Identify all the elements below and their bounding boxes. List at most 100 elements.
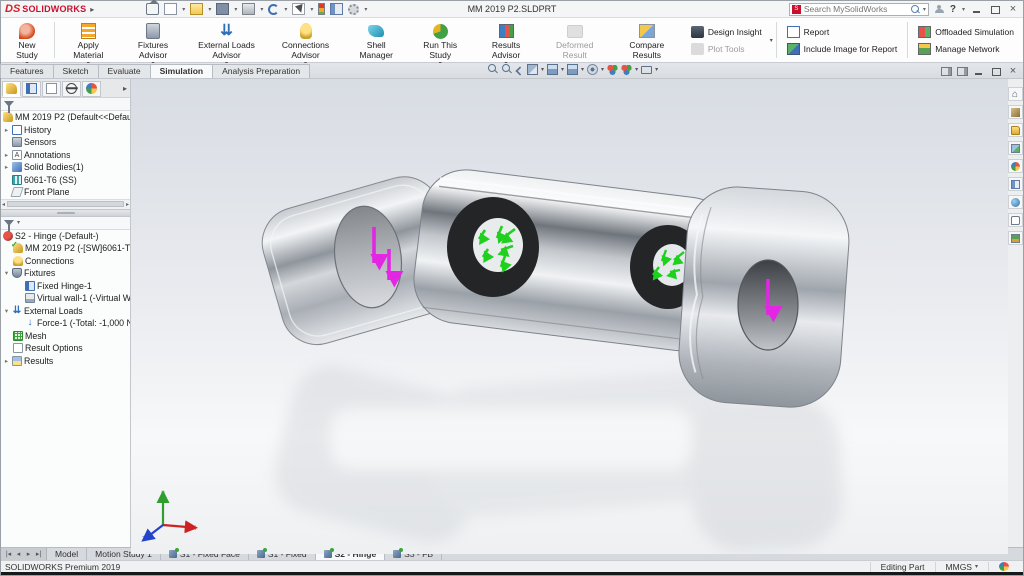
tab-featuremanager-tree[interactable] (2, 81, 21, 97)
rebuild-icon[interactable] (318, 3, 325, 15)
tree-item-solid-bodies[interactable]: ▸ Solid Bodies(1) (1, 161, 130, 174)
options-gear-icon[interactable] (348, 4, 359, 15)
compare-results-button[interactable]: Compare Results (611, 19, 683, 61)
tab-dimxpertmanager[interactable] (62, 81, 81, 97)
menu-flyout-icon[interactable]: ▸ (90, 5, 94, 14)
sim-item-force[interactable]: ↓ Force-1 (-Total: -1,000 N-) (1, 317, 130, 330)
sim-item-connections[interactable]: Connections (1, 255, 130, 268)
select-caret-icon[interactable]: ▾ (310, 6, 313, 13)
search-icon[interactable] (911, 5, 920, 14)
tab-displaymanager[interactable] (82, 81, 101, 97)
taskpane-view-palette-button[interactable] (1008, 141, 1023, 155)
close-button[interactable]: × (1007, 4, 1019, 14)
tab-simulation[interactable]: Simulation (150, 64, 213, 78)
scroll-right-icon[interactable]: ▸ (126, 201, 129, 208)
tree-item-material[interactable]: 6061-T6 (SS) (1, 174, 130, 187)
undo-icon[interactable] (268, 4, 279, 15)
tab-sketch[interactable]: Sketch (53, 64, 99, 78)
display-style-icon[interactable] (567, 64, 578, 75)
manage-network-button[interactable]: Manage Network (915, 42, 1017, 56)
doc-minimize-button[interactable] (973, 66, 985, 76)
print-icon[interactable] (242, 3, 255, 15)
tree-item-sensors[interactable]: Sensors (1, 136, 130, 149)
display-style-caret-icon[interactable]: ▾ (581, 66, 584, 73)
taskpane-forum-button[interactable] (1008, 213, 1023, 227)
orientation-caret-icon[interactable]: ▾ (561, 66, 564, 73)
tree-horizontal-scrollbar[interactable]: ◂ ▸ (1, 199, 130, 209)
apply-scene-icon[interactable] (621, 64, 632, 75)
doc-close-button[interactable]: × (1007, 66, 1019, 76)
sim-item-fixed-hinge[interactable]: Fixed Hinge-1 (1, 280, 130, 293)
undo-caret-icon[interactable]: ▾ (284, 6, 287, 13)
tab-configurationmanager[interactable] (42, 81, 61, 97)
scroll-left-icon[interactable]: ◂ (2, 201, 5, 208)
zoom-to-area-icon[interactable] (502, 64, 513, 75)
new-caret-icon[interactable]: ▾ (182, 6, 185, 13)
sim-item-external-loads[interactable]: ▾ ⇊ External Loads (1, 305, 130, 318)
help-icon[interactable]: ? (950, 4, 956, 15)
save-caret-icon[interactable]: ▾ (234, 6, 237, 13)
tab-propertymanager[interactable] (22, 81, 41, 97)
tab-features[interactable]: Features (0, 64, 54, 78)
view-orientation-icon[interactable] (547, 64, 558, 75)
login-icon[interactable] (935, 5, 944, 14)
run-this-study-button[interactable]: Run This Study ▾ (408, 19, 473, 61)
previous-view-icon[interactable] (515, 66, 524, 75)
sim-item-result-options[interactable]: Result Options (1, 342, 130, 355)
search-input[interactable] (804, 4, 908, 14)
offloaded-simulation-button[interactable]: Offloaded Simulation (915, 25, 1017, 39)
hide-show-caret-icon[interactable]: ▾ (601, 66, 604, 73)
search-caret-icon[interactable]: ▾ (923, 6, 926, 13)
sim-item-virtual-wall[interactable]: Virtual wall-1 (-Virtual Wall<MM (1, 292, 130, 305)
filter-funnel-icon[interactable] (4, 101, 14, 107)
taskpane-network-button[interactable] (1008, 231, 1023, 245)
tree-item-history[interactable]: ▸ History (1, 124, 130, 137)
search-box[interactable]: S ▾ (789, 3, 929, 16)
include-image-for-report-button[interactable]: Include Image for Report (784, 42, 901, 56)
zoom-to-fit-icon[interactable] (488, 64, 499, 75)
panel-expand-icon[interactable]: ▸ (123, 84, 129, 93)
open-document-icon[interactable] (190, 3, 203, 15)
home-icon[interactable] (146, 3, 159, 15)
apply-material-button[interactable]: Apply Material ▾ (58, 19, 119, 61)
select-icon[interactable] (292, 3, 305, 15)
graphics-viewport[interactable]: Y X Z (131, 79, 1006, 547)
model-canvas[interactable]: Y X Z (131, 79, 1008, 554)
tree-root-part[interactable]: MM 2019 P2 (Default<<Default>_Disp (1, 111, 130, 124)
taskpane-resources-button[interactable] (1008, 195, 1023, 209)
design-insight-button[interactable]: Design Insight (688, 25, 765, 39)
edit-appearance-icon[interactable] (607, 64, 618, 75)
report-button[interactable]: Report (784, 25, 901, 39)
sim-item-mesh[interactable]: Mesh (1, 330, 130, 343)
scroll-prev-icon[interactable]: ◂ (14, 550, 23, 558)
sim-item-fixtures[interactable]: ▾ Fixtures (1, 267, 130, 280)
section-view-icon[interactable] (527, 64, 538, 75)
tree-item-annotations[interactable]: ▸ A Annotations (1, 149, 130, 162)
panel-splitter[interactable] (1, 209, 130, 217)
hide-show-items-icon[interactable] (587, 64, 598, 75)
section-caret-icon[interactable]: ▾ (541, 66, 544, 73)
fixtures-advisor-button[interactable]: Fixtures Advisor ▾ (120, 19, 187, 61)
view-settings-caret-icon[interactable]: ▾ (655, 66, 658, 73)
status-tag-cell[interactable] (988, 562, 1019, 571)
taskpane-custom-properties-button[interactable] (1008, 177, 1023, 191)
taskpane-design-library-button[interactable] (1008, 105, 1023, 119)
scroll-first-icon[interactable]: |◂ (4, 550, 13, 558)
scrollbar-thumb[interactable] (7, 201, 124, 207)
open-caret-icon[interactable]: ▾ (208, 6, 211, 13)
print-caret-icon[interactable]: ▾ (260, 6, 263, 13)
tab-model[interactable]: Model (47, 548, 87, 560)
new-document-icon[interactable] (164, 3, 177, 15)
plot-tools-caret-icon[interactable]: ▾ (770, 37, 773, 44)
sim-item-results[interactable]: ▸ Results (1, 355, 130, 368)
save-icon[interactable] (216, 3, 229, 15)
doc-restore-button[interactable] (990, 66, 1002, 76)
scroll-last-icon[interactable]: ▸| (34, 550, 43, 558)
taskpane-home-button[interactable]: ⌂ (1008, 87, 1023, 101)
results-advisor-button[interactable]: Results Advisor ▾ (473, 19, 538, 61)
options-caret-icon[interactable]: ▾ (364, 6, 367, 13)
taskpane-appearances-button[interactable] (1008, 159, 1023, 173)
sim-item-part[interactable]: MM 2019 P2 (-[SW]6061-T6 (SS)-) (1, 242, 130, 255)
restore-button[interactable] (989, 4, 1001, 14)
pane-split-right-icon[interactable] (957, 67, 968, 76)
